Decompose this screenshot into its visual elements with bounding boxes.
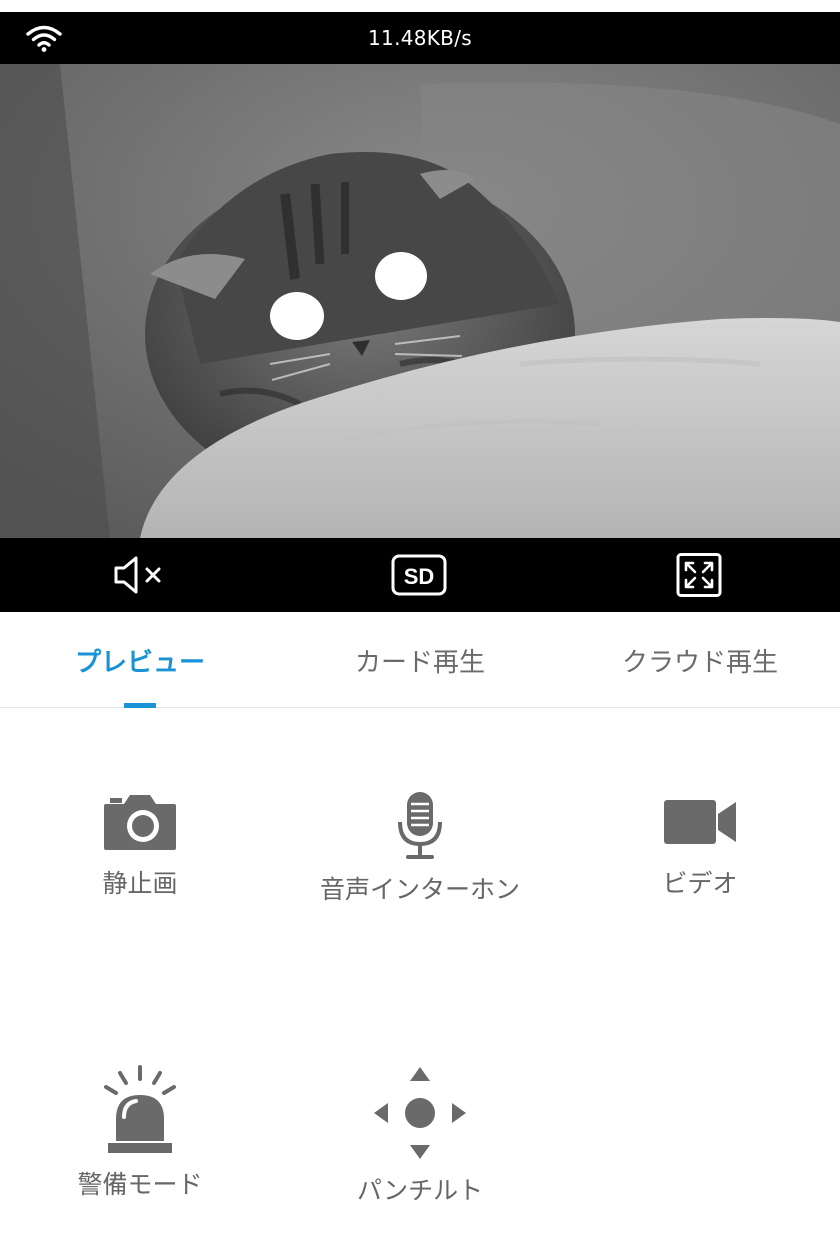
- speaker-mute-icon[interactable]: [110, 553, 166, 597]
- sd-badge-icon: SD: [391, 554, 447, 596]
- security-mode-label: 警備モード: [77, 1170, 203, 1199]
- quality-sd-button[interactable]: SD: [390, 553, 448, 597]
- security-mode-button[interactable]: 警備モード: [0, 1065, 280, 1201]
- record-video-button[interactable]: ビデオ: [560, 790, 840, 900]
- live-video-feed[interactable]: [0, 64, 840, 538]
- fullscreen-icon[interactable]: [676, 553, 722, 597]
- pan-tilt-button[interactable]: パンチルト: [280, 1065, 560, 1207]
- status-bar: 11.48KB/s: [0, 12, 840, 64]
- intercom-label: 音声インターホン: [319, 875, 520, 904]
- camera-icon: [104, 795, 176, 850]
- intercom-button[interactable]: 音声インターホン: [280, 790, 560, 906]
- quality-label: SD: [404, 564, 435, 589]
- video-control-bar: SD: [0, 538, 840, 612]
- snapshot-button[interactable]: 静止画: [0, 790, 280, 900]
- video-camera-icon: [664, 800, 736, 844]
- pan-tilt-icon: [374, 1067, 466, 1159]
- playback-tabs: プレビュー カード再生 クラウド再生: [0, 612, 840, 708]
- network-speed: 11.48KB/s: [368, 26, 472, 50]
- tab-preview[interactable]: プレビュー: [0, 642, 280, 682]
- active-tab-indicator: [124, 703, 156, 708]
- microphone-icon: [398, 792, 442, 859]
- tab-cloud-playback[interactable]: クラウド再生: [560, 642, 840, 682]
- alarm-siren-icon: [104, 1065, 176, 1153]
- pan-tilt-label: パンチルト: [356, 1176, 484, 1205]
- video-label: ビデオ: [662, 869, 738, 898]
- snapshot-label: 静止画: [102, 869, 178, 898]
- camera-feed-image: [0, 64, 840, 538]
- tab-card-playback[interactable]: カード再生: [280, 642, 560, 682]
